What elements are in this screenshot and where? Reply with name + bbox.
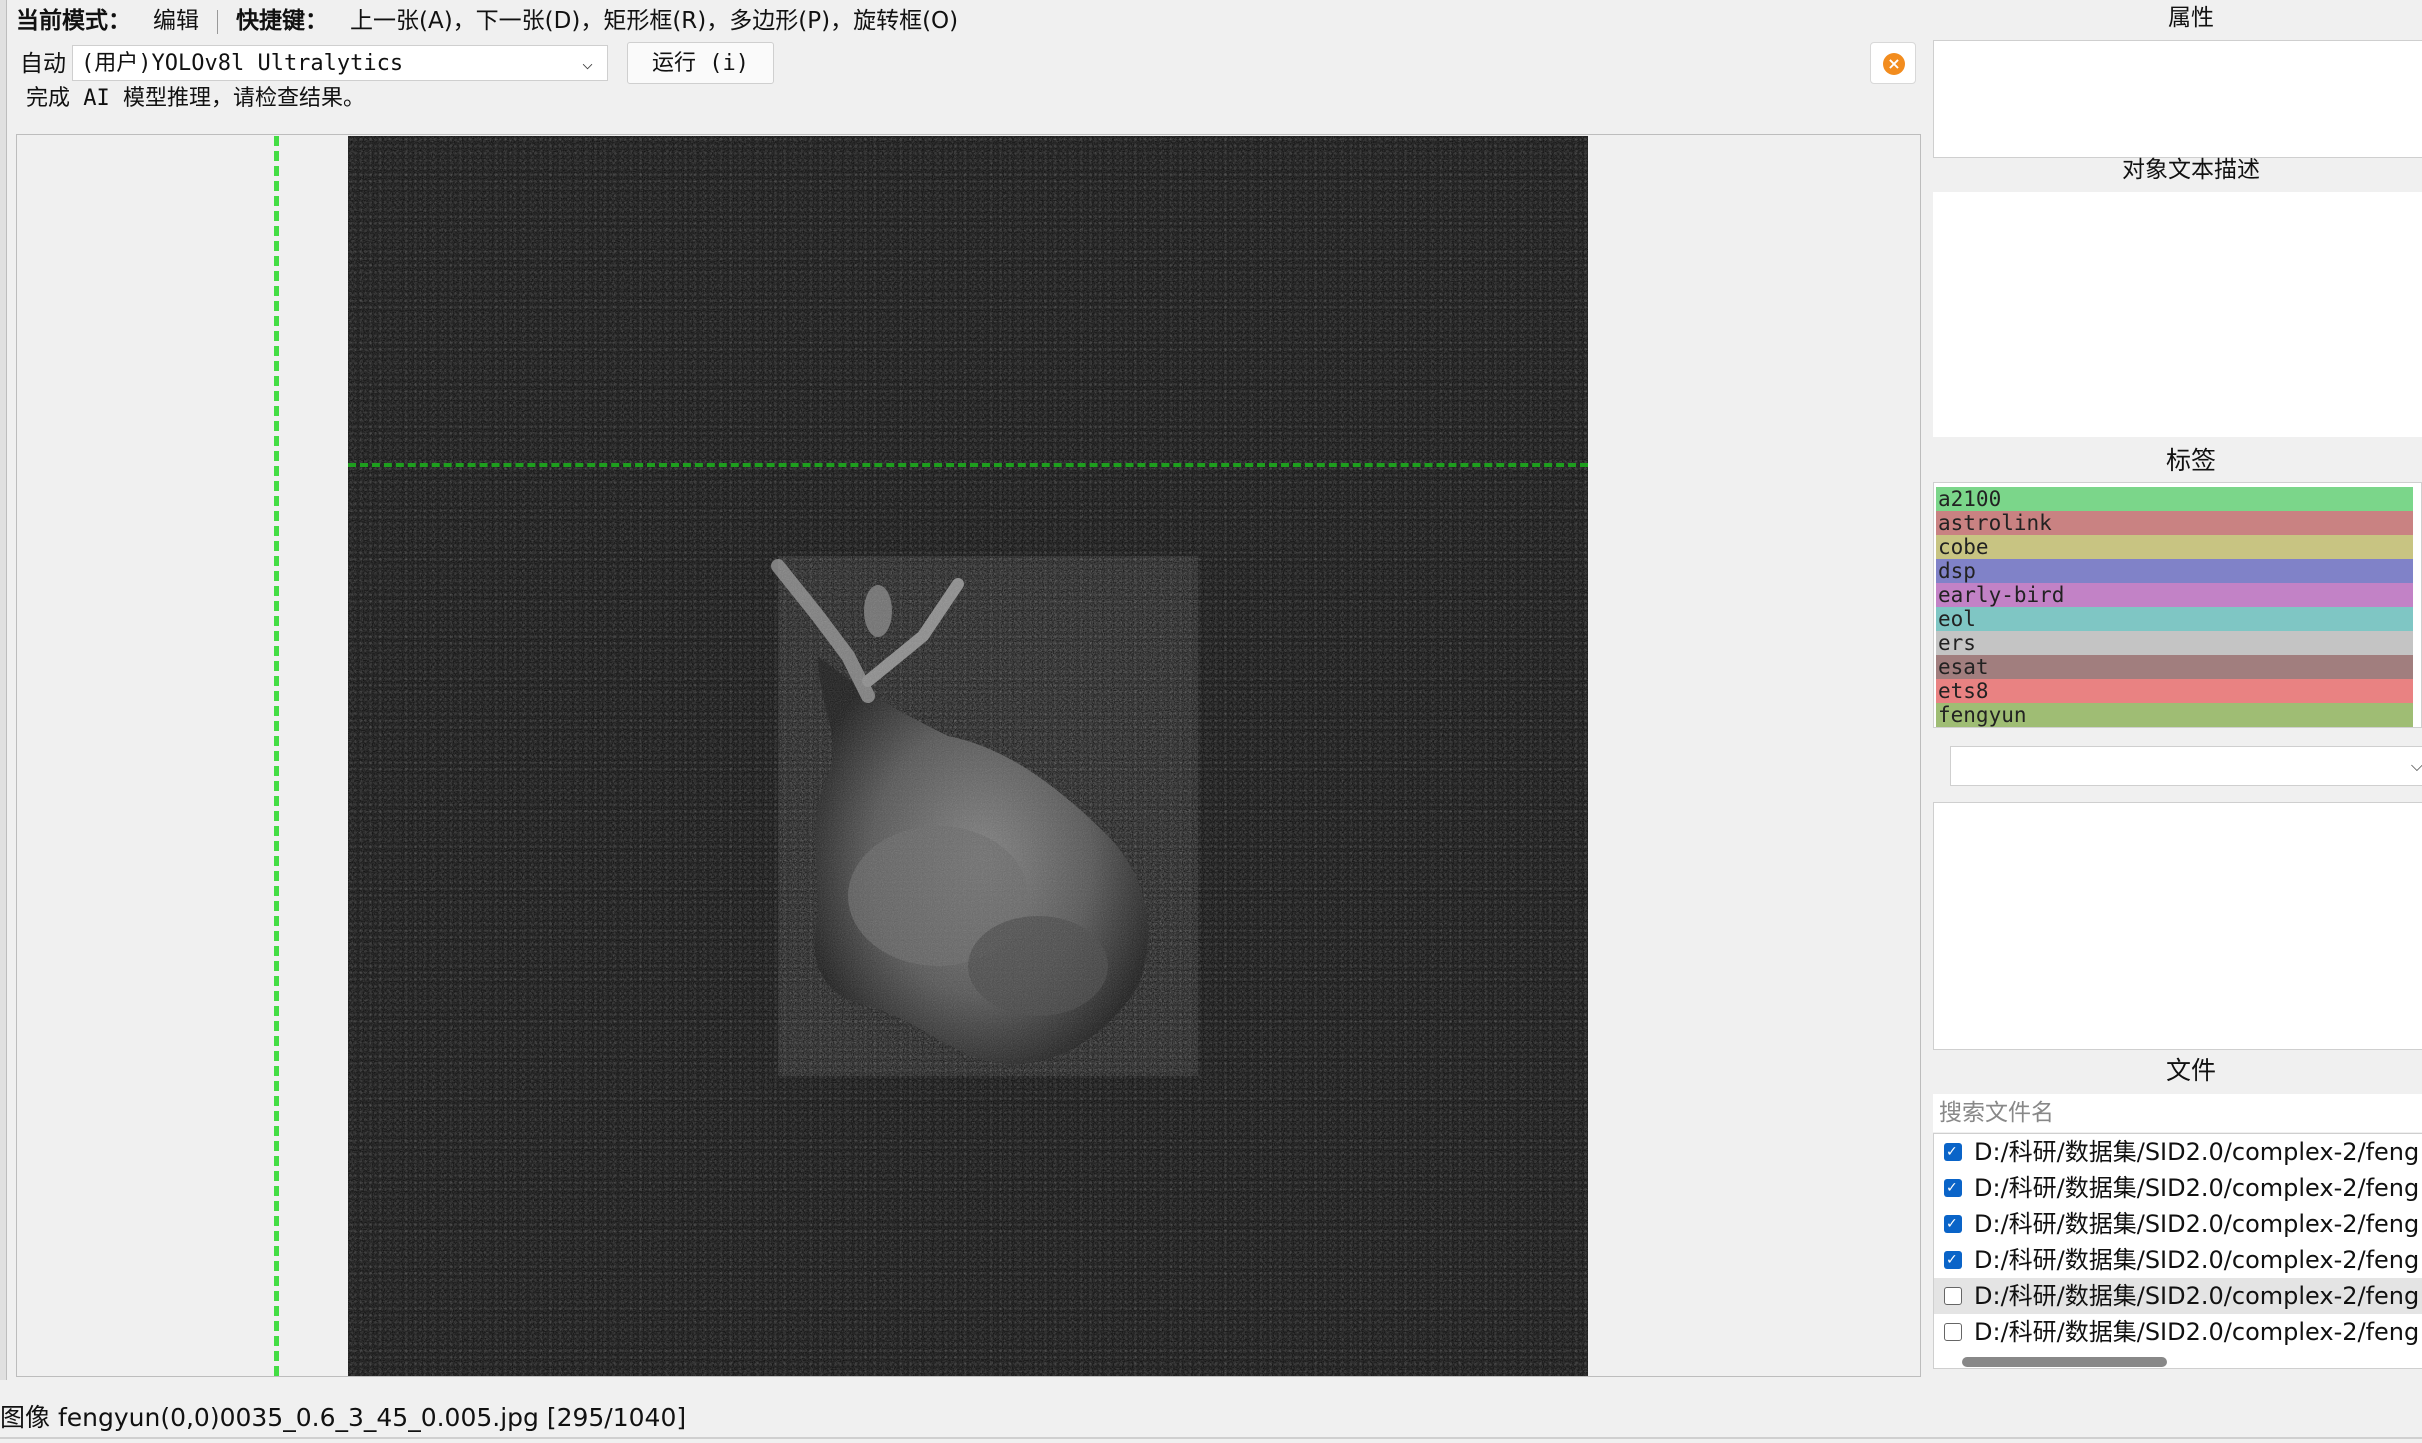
label-item[interactable]: ets8 bbox=[1936, 679, 2413, 703]
label-filter-select[interactable]: ⌵ bbox=[1950, 746, 2422, 786]
crosshair-vertical-line bbox=[274, 136, 279, 1376]
file-checkbox[interactable] bbox=[1944, 1134, 1962, 1170]
crosshair-horizontal-line bbox=[348, 463, 1588, 467]
label-item[interactable]: dsp bbox=[1936, 559, 2413, 583]
model-select[interactable]: (用户)YOLOv8l Ultralytics ⌵ bbox=[72, 45, 608, 81]
mode-label: 当前模式： bbox=[16, 8, 131, 34]
toolbar-divider bbox=[217, 9, 218, 34]
properties-title: 属性 bbox=[2168, 5, 2214, 31]
ai-status-message: 完成 AI 模型推理，请检查结果。 bbox=[26, 86, 365, 111]
file-checkbox[interactable] bbox=[1944, 1242, 1962, 1278]
auto-label: 自动 bbox=[20, 51, 66, 77]
mode-value: 编辑 bbox=[153, 8, 199, 34]
label-item[interactable]: ers bbox=[1936, 631, 2413, 655]
file-path: D:/科研/数据集/SID2.0/complex-2/feng bbox=[1974, 1210, 2420, 1238]
run-button[interactable]: 运行 (i) bbox=[627, 42, 774, 84]
label-notes-box[interactable] bbox=[1933, 802, 2422, 1050]
bottom-divider bbox=[0, 1437, 2422, 1439]
label-list[interactable]: a2100 astrolink cobe dsp early-bird eol ers esa… bbox=[1933, 482, 2422, 728]
label-item[interactable]: cobe bbox=[1936, 535, 2413, 559]
chevron-down-icon: ⌵ bbox=[2410, 756, 2422, 775]
file-list-item[interactable]: D:/科研/数据集/SID2.0/complex-2/feng bbox=[1934, 1170, 2422, 1206]
file-list-item[interactable]: D:/科研/数据集/SID2.0/complex-2/feng bbox=[1934, 1242, 2422, 1278]
file-checkbox[interactable] bbox=[1944, 1170, 1962, 1206]
shortcut-list: 上一张(A)，下一张(D)，矩形框(R)，多边形(P)，旋转框(O) bbox=[350, 8, 959, 34]
files-title: 文件 bbox=[2165, 1056, 2216, 1085]
file-list-item[interactable]: D:/科研/数据集/SID2.0/complex-2/feng bbox=[1934, 1134, 2422, 1170]
file-list-item[interactable]: D:/科研/数据集/SID2.0/complex-2/feng bbox=[1934, 1206, 2422, 1242]
image-canvas[interactable] bbox=[348, 136, 1588, 1376]
status-bar: 图像 fengyun(0,0)0035_0.6_3_45_0.005.jpg [… bbox=[0, 1403, 687, 1432]
file-path: D:/科研/数据集/SID2.0/complex-2/feng bbox=[1974, 1318, 2420, 1346]
label-item[interactable]: a2100 bbox=[1936, 487, 2413, 511]
mode-bar: 当前模式： 编辑 快捷键： 上一张(A)，下一张(D)，矩形框(R)，多边形(P)，旋… bbox=[0, 0, 1900, 42]
chevron-down-icon: ⌵ bbox=[582, 53, 593, 74]
description-textarea[interactable] bbox=[1933, 192, 2422, 437]
model-select-value: (用户)YOLOv8l Ultralytics bbox=[81, 51, 404, 76]
properties-box[interactable] bbox=[1933, 40, 2422, 158]
file-path: D:/科研/数据集/SID2.0/complex-2/feng bbox=[1974, 1174, 2420, 1202]
file-list-scrollbar[interactable] bbox=[1962, 1357, 2167, 1367]
label-item[interactable]: astrolink bbox=[1936, 511, 2413, 535]
file-list-item[interactable]: D:/科研/数据集/SID2.0/complex-2/feng bbox=[1934, 1278, 2422, 1314]
file-list-item[interactable]: D:/科研/数据集/SID2.0/complex-2/feng bbox=[1934, 1314, 2422, 1350]
close-icon: × bbox=[1883, 53, 1905, 75]
label-item[interactable]: fengyun bbox=[1936, 703, 2413, 727]
label-item[interactable]: eol bbox=[1936, 607, 2413, 631]
left-edge-border bbox=[0, 0, 7, 1380]
file-list[interactable]: D:/科研/数据集/SID2.0/complex-2/feng D:/科研/数据集… bbox=[1933, 1133, 2422, 1369]
file-checkbox[interactable] bbox=[1944, 1323, 1962, 1341]
file-search-input[interactable]: 搜索文件名 bbox=[1933, 1094, 2422, 1132]
labels-title: 标签 bbox=[2165, 446, 2216, 475]
description-title: 对象文本描述 bbox=[2122, 157, 2260, 183]
shortcut-label: 快捷键： bbox=[236, 8, 328, 34]
file-path: D:/科研/数据集/SID2.0/complex-2/feng bbox=[1974, 1282, 2420, 1310]
close-ai-button[interactable]: × bbox=[1870, 42, 1916, 84]
file-checkbox[interactable] bbox=[1944, 1206, 1962, 1242]
label-item[interactable]: esat bbox=[1936, 655, 2413, 679]
label-item[interactable]: early-bird bbox=[1936, 583, 2413, 607]
file-path: D:/科研/数据集/SID2.0/complex-2/feng bbox=[1974, 1138, 2420, 1166]
file-checkbox[interactable] bbox=[1944, 1287, 1962, 1305]
satellite-image bbox=[348, 136, 1588, 1376]
file-path: D:/科研/数据集/SID2.0/complex-2/feng bbox=[1974, 1246, 2420, 1274]
